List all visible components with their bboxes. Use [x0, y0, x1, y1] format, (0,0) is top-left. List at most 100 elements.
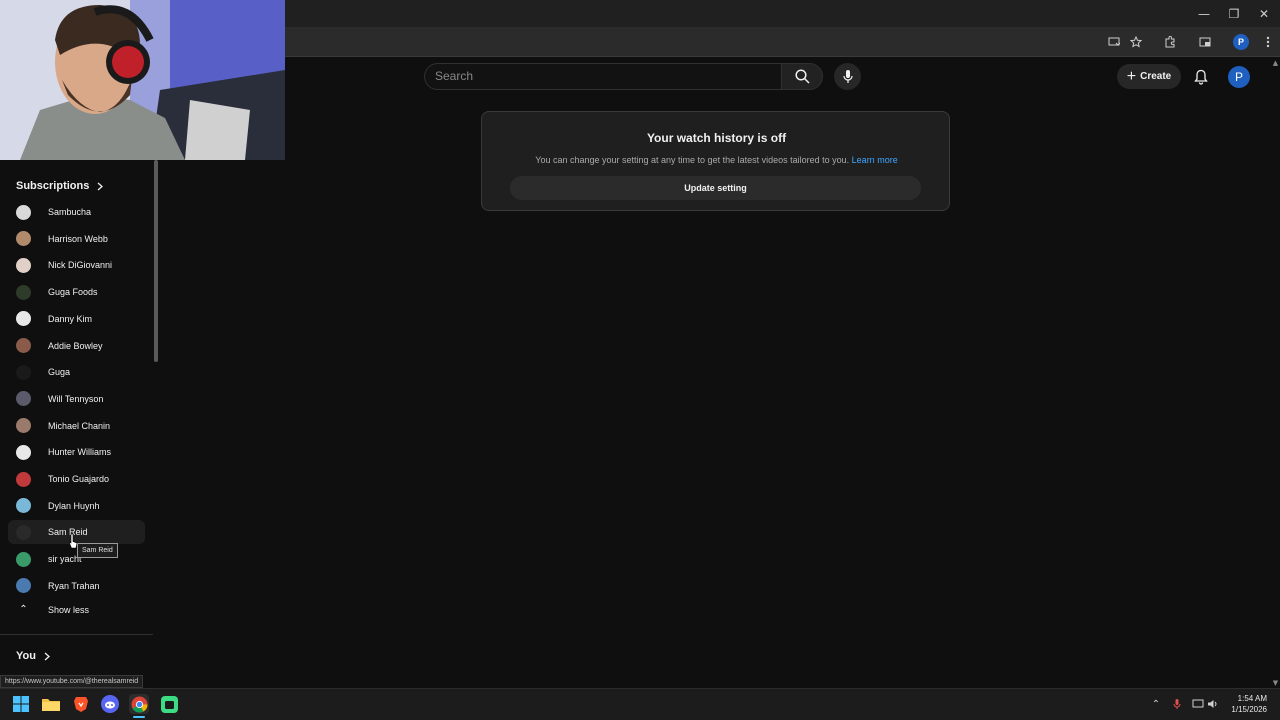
minimize-button[interactable]: —: [1188, 0, 1220, 27]
subscription-label: Guga Foods: [48, 287, 98, 298]
subscription-label: Guga: [48, 367, 71, 378]
channel-avatar-icon: [16, 551, 31, 567]
show-less-button[interactable]: ⌃ Show less: [16, 604, 89, 615]
search-icon: [794, 69, 810, 84]
extensions-icon[interactable]: [1160, 33, 1180, 51]
you-header-label: You: [16, 650, 36, 662]
subscription-item[interactable]: Ryan Trahan: [8, 574, 145, 598]
display-tray-icon[interactable]: [1191, 696, 1205, 712]
channel-avatar-icon: [16, 391, 31, 407]
subscription-item[interactable]: Sambucha: [8, 200, 145, 224]
subscription-label: Will Tennyson: [48, 393, 104, 404]
brave-browser-app[interactable]: [71, 694, 91, 714]
subscription-item[interactable]: Tonio Guajardo: [8, 467, 145, 491]
subscription-item[interactable]: Michael Chanin: [8, 414, 145, 438]
channel-avatar-icon: [16, 578, 31, 594]
create-label: Create: [1140, 71, 1172, 82]
channel-avatar-icon: [16, 444, 31, 460]
channel-avatar-icon: [16, 257, 31, 273]
subscription-item[interactable]: Will Tennyson: [8, 387, 145, 411]
voice-search-button[interactable]: [834, 63, 861, 90]
page-scroll-down-arrow[interactable]: ▼: [1271, 678, 1280, 687]
account-avatar[interactable]: P: [1228, 66, 1250, 88]
plus-icon: +: [1126, 67, 1137, 85]
hover-tooltip: Sam Reid: [77, 543, 118, 558]
subscriptions-header-label: Subscriptions: [16, 180, 90, 192]
channel-avatar-icon: [16, 338, 31, 353]
subscription-label: Danny Kim: [48, 313, 93, 324]
sidebar-divider: [0, 634, 153, 635]
microphone-tray-icon[interactable]: [1170, 696, 1184, 712]
subscription-label: Tonio Guajardo: [48, 474, 110, 484]
cast-icon[interactable]: [1195, 33, 1215, 51]
watch-history-off-card: Your watch history is off You can change…: [481, 111, 950, 211]
channel-avatar-icon: [16, 524, 31, 540]
android-app[interactable]: [159, 694, 179, 714]
file-explorer-app[interactable]: [41, 694, 61, 714]
chrome-active-indicator: [133, 716, 145, 718]
subscription-item[interactable]: Dylan Huynh: [8, 494, 145, 518]
restore-button[interactable]: ❐: [1218, 0, 1250, 27]
subscription-label: Sambucha: [48, 207, 92, 217]
channel-avatar-icon: [16, 418, 31, 434]
subscription-label: Nick DiGiovanni: [48, 260, 113, 271]
history-card-title: Your watch history is off: [646, 131, 787, 145]
you-section-header[interactable]: You: [16, 650, 50, 662]
history-description-text: You can change your setting at any time …: [535, 155, 850, 165]
browser-profile-icon[interactable]: P: [1233, 34, 1249, 50]
chevron-up-icon: ⌃: [19, 604, 28, 615]
close-button[interactable]: ✕: [1248, 0, 1280, 27]
channel-avatar-icon: [16, 311, 31, 327]
start-button[interactable]: [11, 694, 31, 714]
search-input[interactable]: Search: [424, 63, 781, 90]
subscription-label: Ryan Trahan: [48, 580, 100, 591]
channel-avatar-icon: [16, 364, 31, 380]
status-bar-url: https://www.youtube.com/@therealsamreid: [0, 675, 144, 688]
notifications-button[interactable]: [1190, 66, 1212, 88]
channel-avatar-icon: [16, 498, 31, 514]
subscription-label: Dylan Huynh: [48, 500, 100, 511]
subscription-item[interactable]: Guga: [8, 360, 145, 384]
chevron-right-icon: [97, 182, 104, 190]
taskbar: [0, 688, 1280, 720]
sidebar-scrollbar[interactable]: [154, 160, 158, 362]
show-less-label: Show less: [48, 604, 90, 615]
discord-icon: [101, 695, 119, 713]
subscription-item[interactable]: Hunter Williams: [8, 440, 145, 464]
tray-overflow-chevron-icon[interactable]: ⌃: [1149, 696, 1163, 712]
browser-menu-icon[interactable]: [1258, 33, 1278, 51]
page-scroll-up-arrow[interactable]: ▲: [1271, 58, 1280, 67]
search-button[interactable]: [781, 63, 823, 90]
chrome-app[interactable]: [129, 694, 149, 714]
chevron-right-icon: [44, 652, 50, 660]
discord-app[interactable]: [100, 694, 120, 714]
install-app-icon[interactable]: [1104, 33, 1124, 51]
subscriptions-header[interactable]: Subscriptions: [16, 180, 104, 192]
clock-time[interactable]: 1:54 AM: [1225, 694, 1267, 703]
create-button[interactable]: + Create: [1117, 64, 1181, 89]
bookmark-star-icon[interactable]: [1126, 33, 1146, 51]
webcam-overlay: [0, 0, 285, 160]
subscription-label: Addie Bowley: [48, 340, 103, 351]
update-setting-button[interactable]: Update setting: [510, 176, 921, 200]
history-card-description: You can change your setting at any time …: [482, 155, 951, 165]
subscription-item[interactable]: Nick DiGiovanni: [8, 253, 145, 277]
chrome-icon: [131, 696, 148, 713]
folder-icon: [42, 699, 60, 711]
subscription-item[interactable]: Addie Bowley: [8, 334, 145, 358]
subscription-item[interactable]: Danny Kim: [8, 307, 145, 331]
app-icon: [160, 695, 178, 713]
volume-icon[interactable]: [1206, 696, 1220, 712]
subscription-item[interactable]: Guga Foods: [8, 280, 145, 304]
brave-lion-icon: [74, 696, 88, 712]
channel-avatar-icon: [16, 284, 31, 300]
subscription-label: Harrison Webb: [48, 233, 108, 244]
subscription-label: Michael Chanin: [48, 420, 111, 431]
learn-more-link[interactable]: Learn more: [852, 155, 898, 165]
subscription-label: Hunter Williams: [48, 447, 112, 458]
subscription-item[interactable]: Harrison Webb: [8, 227, 145, 251]
mouse-cursor-icon: [68, 533, 78, 549]
clock-date[interactable]: 1/15/2026: [1225, 705, 1267, 714]
channel-avatar-icon: [16, 204, 31, 220]
windows-logo-icon: [13, 696, 29, 712]
